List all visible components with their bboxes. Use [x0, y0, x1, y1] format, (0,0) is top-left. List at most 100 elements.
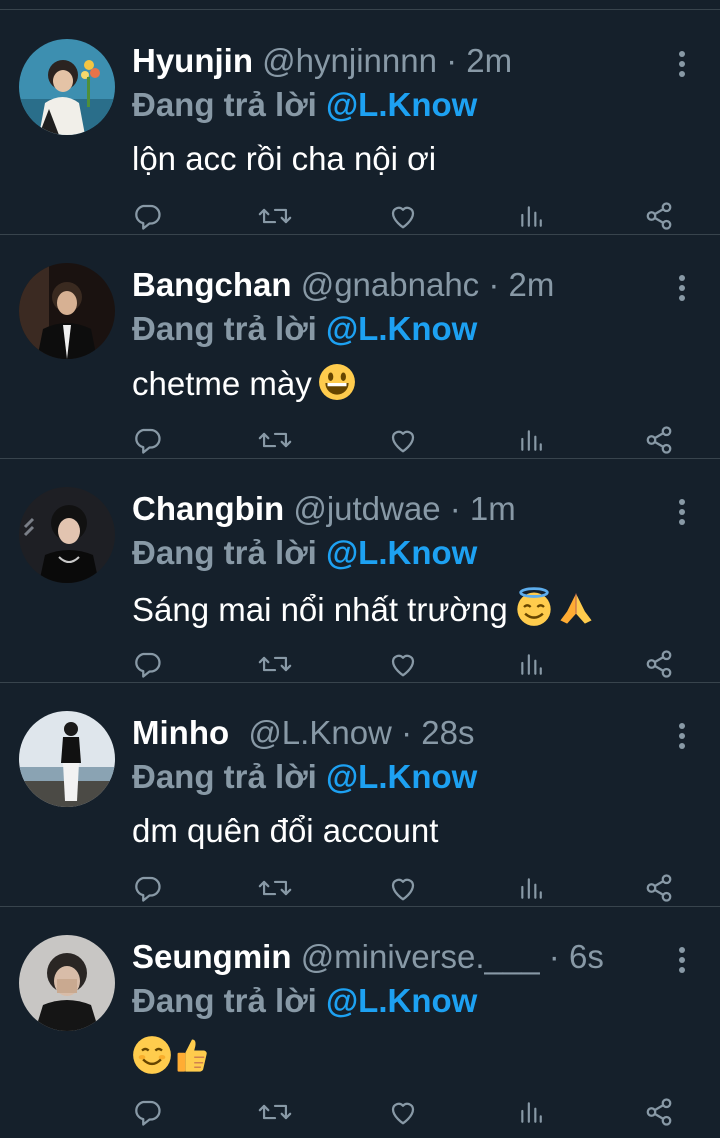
avatar[interactable]	[19, 39, 115, 135]
separator-dot: ·	[401, 714, 413, 751]
reply-feed: Hyunjin @hynjinnnn · 2m Đang trả lời @L.…	[0, 11, 720, 1131]
username-handle[interactable]: @gnabnahc	[301, 266, 479, 303]
retweet-icon[interactable]	[255, 868, 295, 908]
reply-icon[interactable]	[127, 868, 167, 908]
grinning-face-emoji	[318, 363, 356, 410]
avatar[interactable]	[19, 487, 115, 583]
reply-icon[interactable]	[127, 1092, 167, 1132]
share-icon[interactable]	[639, 644, 679, 684]
analytics-icon[interactable]	[511, 868, 551, 908]
top-divider	[0, 0, 720, 10]
heart-icon[interactable]	[383, 420, 423, 460]
reply-target-link[interactable]: @L.Know	[326, 310, 477, 347]
analytics-icon[interactable]	[511, 420, 551, 460]
retweet-icon[interactable]	[255, 644, 295, 684]
timestamp: 2m	[466, 42, 513, 79]
replying-to-label: Đang trả lời	[132, 758, 317, 795]
tweet-text: dm quên đổi account	[132, 811, 438, 851]
separator-dot: ·	[488, 266, 500, 303]
username-handle[interactable]: @jutdwae	[293, 490, 440, 527]
reply-icon[interactable]	[127, 420, 167, 460]
display-name[interactable]: Hyunjin	[132, 42, 253, 79]
replying-to-line: Đang trả lời @L.Know	[132, 85, 477, 125]
folded-hands-emoji	[556, 587, 596, 636]
analytics-icon[interactable]	[511, 1092, 551, 1132]
separator-dot: ·	[449, 490, 461, 527]
tweet-actions	[0, 420, 720, 460]
tweet-header: Changbin @jutdwae · 1m	[132, 489, 516, 529]
share-icon[interactable]	[639, 1092, 679, 1132]
timestamp: 6s	[568, 938, 604, 975]
reply-target-link[interactable]: @L.Know	[326, 534, 477, 571]
tweet-text-content: lộn acc rồi cha nội ơi	[132, 140, 437, 177]
tweet-text: chetme mày	[132, 363, 356, 410]
tweet-card[interactable]: Seungmin @miniverse.___ · 6s Đang trả lờ…	[0, 907, 720, 1131]
tweet-header: Seungmin @miniverse.___ · 6s	[132, 937, 604, 977]
tweet-card[interactable]: Minho @L.Know · 28s Đang trả lời @L.Know…	[0, 683, 720, 907]
tweet-card[interactable]: Changbin @jutdwae · 1m Đang trả lời @L.K…	[0, 459, 720, 683]
username-handle[interactable]: @L.Know	[248, 714, 392, 751]
replying-to-line: Đang trả lời @L.Know	[132, 981, 477, 1021]
separator-dot: ·	[548, 938, 560, 975]
reply-target-link[interactable]: @L.Know	[326, 758, 477, 795]
replying-to-label: Đang trả lời	[132, 982, 317, 1019]
tweet-card[interactable]: Bangchan @gnabnahc · 2m Đang trả lời @L.…	[0, 235, 720, 459]
avatar[interactable]	[19, 711, 115, 807]
analytics-icon[interactable]	[511, 196, 551, 236]
replying-to-line: Đang trả lời @L.Know	[132, 757, 477, 797]
more-vertical-icon[interactable]	[670, 273, 694, 303]
tweet-text: lộn acc rồi cha nội ơi	[132, 139, 436, 179]
share-icon[interactable]	[639, 868, 679, 908]
tweet-actions	[0, 196, 720, 236]
share-icon[interactable]	[639, 420, 679, 460]
replying-to-line: Đang trả lời @L.Know	[132, 533, 477, 573]
username-handle[interactable]: @hynjinnnn	[262, 42, 437, 79]
tweet-header: Minho @L.Know · 28s	[132, 713, 474, 753]
share-icon[interactable]	[639, 196, 679, 236]
tweet-card[interactable]: Hyunjin @hynjinnnn · 2m Đang trả lời @L.…	[0, 11, 720, 235]
replying-to-label: Đang trả lời	[132, 86, 317, 123]
replying-to-label: Đang trả lời	[132, 310, 317, 347]
timestamp: 2m	[508, 266, 555, 303]
retweet-icon[interactable]	[255, 420, 295, 460]
replying-to-label: Đang trả lời	[132, 534, 317, 571]
reply-icon[interactable]	[127, 644, 167, 684]
replying-to-line: Đang trả lời @L.Know	[132, 309, 477, 349]
heart-icon[interactable]	[383, 196, 423, 236]
tweet-actions	[0, 644, 720, 684]
thumbs-up-emoji	[174, 1035, 210, 1084]
avatar[interactable]	[19, 263, 115, 359]
heart-icon[interactable]	[383, 868, 423, 908]
tweet-text-content: chetme mày	[132, 365, 312, 402]
tweet-text: Sáng mai nổi nhất trường	[132, 587, 596, 636]
retweet-icon[interactable]	[255, 1092, 295, 1132]
more-vertical-icon[interactable]	[670, 721, 694, 751]
reply-icon[interactable]	[127, 196, 167, 236]
display-name[interactable]: Minho	[132, 714, 229, 751]
tweet-text-content: Sáng mai nổi nhất trường	[132, 591, 508, 628]
tweet-actions	[0, 868, 720, 908]
heart-icon[interactable]	[383, 644, 423, 684]
more-vertical-icon[interactable]	[670, 49, 694, 79]
halo-face-emoji	[514, 587, 554, 636]
display-name[interactable]: Seungmin	[132, 938, 292, 975]
tweet-text	[132, 1035, 210, 1084]
timestamp: 1m	[469, 490, 516, 527]
retweet-icon[interactable]	[255, 196, 295, 236]
reply-target-link[interactable]: @L.Know	[326, 86, 477, 123]
avatar[interactable]	[19, 935, 115, 1031]
display-name[interactable]: Changbin	[132, 490, 284, 527]
separator-dot: ·	[446, 42, 458, 79]
heart-icon[interactable]	[383, 1092, 423, 1132]
reply-target-link[interactable]: @L.Know	[326, 982, 477, 1019]
more-vertical-icon[interactable]	[670, 945, 694, 975]
tweet-header: Hyunjin @hynjinnnn · 2m	[132, 41, 512, 81]
username-handle[interactable]: @miniverse.___	[301, 938, 540, 975]
tweet-text-content: dm quên đổi account	[132, 812, 439, 849]
smiling-face-emoji	[132, 1035, 172, 1084]
timestamp: 28s	[421, 714, 475, 751]
more-vertical-icon[interactable]	[670, 497, 694, 527]
display-name[interactable]: Bangchan	[132, 266, 292, 303]
tweet-actions	[0, 1092, 720, 1132]
analytics-icon[interactable]	[511, 644, 551, 684]
